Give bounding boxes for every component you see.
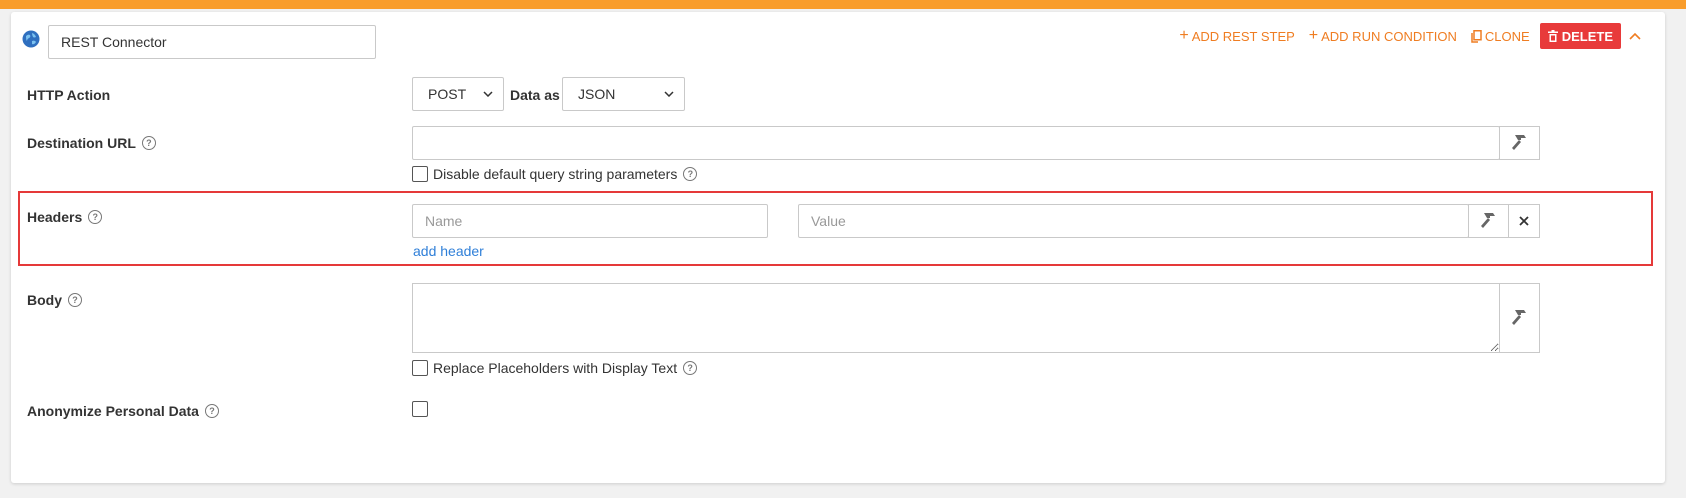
top-accent-bar <box>0 0 1686 9</box>
hammer-icon <box>1511 310 1526 325</box>
help-icon[interactable]: ? <box>141 136 156 150</box>
help-icon[interactable]: ? <box>683 167 698 181</box>
data-format-value: JSON <box>578 86 616 102</box>
globe-icon <box>22 30 40 48</box>
rest-connector-card: + ADD REST STEP + ADD RUN CONDITION CLON… <box>11 12 1665 483</box>
step-toolbar: + ADD REST STEP + ADD RUN CONDITION CLON… <box>1165 23 1641 49</box>
destination-url-label-text: Destination URL <box>27 135 136 151</box>
clone-button[interactable]: CLONE <box>1471 29 1530 44</box>
disable-qs-label: Disable default query string parameters <box>433 166 678 182</box>
help-icon[interactable]: ? <box>68 293 82 307</box>
hammer-icon <box>1480 213 1495 228</box>
add-run-condition-button[interactable]: + ADD RUN CONDITION <box>1309 28 1457 44</box>
http-action-label: HTTP Action <box>27 87 110 103</box>
add-run-condition-label: ADD RUN CONDITION <box>1321 28 1457 44</box>
add-header-link[interactable]: add header <box>413 243 484 259</box>
copy-icon <box>1471 29 1482 43</box>
disable-qs-checkbox[interactable] <box>412 166 428 182</box>
hammer-icon <box>1511 135 1526 150</box>
replace-placeholders-label: Replace Placeholders with Display Text <box>433 360 678 376</box>
add-rest-step-button[interactable]: + ADD REST STEP <box>1179 28 1294 44</box>
headers-label: Headers ? <box>27 209 103 225</box>
data-format-select[interactable]: JSON <box>562 77 685 111</box>
add-rest-step-label: ADD REST STEP <box>1191 28 1295 44</box>
http-method-value: POST <box>428 86 467 102</box>
replace-placeholders-row: Replace Placeholders with Display Text ? <box>412 360 698 376</box>
connector-name-input[interactable] <box>48 25 376 59</box>
header-value-input[interactable] <box>798 204 1469 238</box>
delete-label: DELETE <box>1561 28 1613 44</box>
header-value-placeholder-button[interactable] <box>1468 204 1509 238</box>
body-placeholder-button[interactable] <box>1499 283 1540 353</box>
data-as-label-text: Data as <box>510 87 560 103</box>
destination-url-placeholder-button[interactable] <box>1499 126 1540 160</box>
headers-label-text: Headers <box>27 209 83 225</box>
http-action-label-text: HTTP Action <box>27 87 111 103</box>
replace-placeholders-checkbox[interactable] <box>412 360 428 376</box>
body-label: Body ? <box>27 292 82 308</box>
destination-url-label: Destination URL ? <box>27 135 156 151</box>
chevron-up-icon <box>1629 32 1641 40</box>
plus-icon: + <box>1308 27 1319 44</box>
anonymize-checkbox[interactable] <box>412 401 428 417</box>
chevron-down-icon <box>664 91 674 97</box>
trash-icon <box>1547 30 1558 42</box>
http-method-select[interactable]: POST <box>412 77 504 111</box>
plus-icon: + <box>1179 27 1189 44</box>
delete-button[interactable]: DELETE <box>1539 23 1621 49</box>
data-as-label: Data as <box>510 87 560 103</box>
collapse-button[interactable] <box>1629 32 1641 40</box>
remove-header-button[interactable] <box>1508 204 1540 238</box>
clone-label: CLONE <box>1484 28 1530 44</box>
close-icon <box>1519 216 1529 226</box>
help-icon[interactable]: ? <box>88 210 103 224</box>
anonymize-label: Anonymize Personal Data ? <box>27 403 219 419</box>
body-label-text: Body <box>27 292 62 308</box>
help-icon[interactable]: ? <box>683 361 698 375</box>
disable-qs-row: Disable default query string parameters … <box>412 166 698 182</box>
header-name-input[interactable] <box>412 204 768 238</box>
anonymize-label-text: Anonymize Personal Data <box>27 403 199 419</box>
body-textarea[interactable] <box>412 283 1500 353</box>
help-icon[interactable]: ? <box>204 404 219 418</box>
destination-url-input[interactable] <box>412 126 1500 160</box>
chevron-down-icon <box>483 91 493 97</box>
